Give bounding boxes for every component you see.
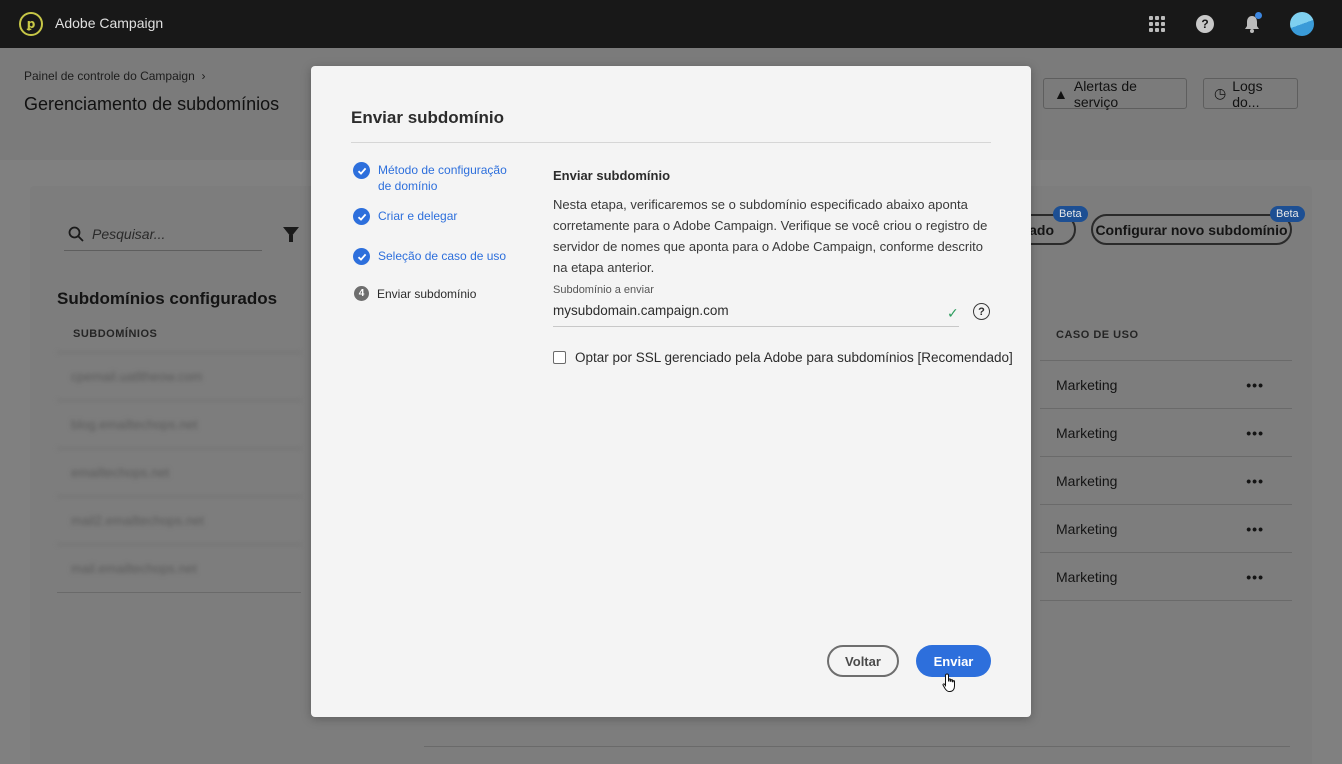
step-configuration-method[interactable]: Método de configuração de domínio [353,162,508,194]
use-case-cell: Marketing [1056,520,1118,537]
beta-badge: Beta [1270,206,1305,222]
step-label: Seleção de caso de uso [378,249,507,263]
more-options-icon[interactable]: ••• [1246,425,1264,441]
table-row[interactable]: Marketing ••• [1040,360,1292,408]
check-circle-icon [353,208,370,225]
more-options-icon[interactable]: ••• [1246,569,1264,585]
beta-badge: Beta [1053,206,1088,222]
use-case-cell: Marketing [1056,376,1118,393]
app-title[interactable]: Adobe Campaign [55,15,163,31]
content-title: Enviar subdomínio [553,168,671,183]
table-row[interactable]: blog.emailtechops.net [57,400,301,448]
search-underline [64,250,262,251]
notification-dot [1255,12,1262,19]
column-header-use-case[interactable]: CASO DE USO [1056,329,1139,341]
check-circle-icon [353,248,370,265]
subdomain-field[interactable]: mysubdomain.campaign.com [553,303,959,327]
use-case-cell: Marketing [1056,568,1118,585]
user-avatar[interactable] [1290,12,1314,36]
service-alerts-button[interactable]: ▲ Alertas de serviço [1043,78,1187,110]
apps-grid-icon[interactable] [1147,14,1167,34]
step-label: Criar e delegar [378,209,458,223]
search-icon [68,226,84,242]
section-title: Subdomínios configurados [57,289,278,308]
adobe-campaign-logo-icon[interactable]: ꝑ [19,12,43,36]
table-divider [424,746,1290,747]
step-number-badge: 4 [354,286,369,301]
table-row[interactable]: Marketing ••• [1040,552,1292,600]
top-navigation-bar: ꝑ Adobe Campaign ? [0,0,1342,48]
hand-cursor-icon [942,673,955,692]
use-case-list: Marketing ••• Marketing ••• Marketing ••• M… [1040,360,1292,601]
checkmark-icon: ✓ [947,305,959,321]
help-icon[interactable]: ? [1195,14,1215,34]
table-row[interactable]: Marketing ••• [1040,504,1292,552]
logs-button[interactable]: ◷ Logs do... [1203,78,1298,110]
step-submit-subdomain: 4 Enviar subdomínio [353,286,476,302]
history-icon: ◷ [1214,85,1227,101]
help-circle-icon[interactable]: ? [973,303,990,320]
table-row[interactable]: Marketing ••• [1040,456,1292,504]
step-description: Nesta etapa, verificaremos se o subdomín… [553,197,988,275]
step-label: Método de configuração de domínio [378,163,507,193]
ssl-checkbox-label[interactable]: Optar por SSL gerenciado pela Adobe para… [575,350,1013,365]
ssl-checkbox[interactable] [553,351,566,364]
more-options-icon[interactable]: ••• [1246,377,1264,393]
step-label: Enviar subdomínio [377,287,477,301]
search-input[interactable]: Pesquisar... [92,226,165,242]
use-case-cell: Marketing [1056,424,1118,441]
table-divider [1040,600,1292,601]
warning-icon: ▲ [1054,85,1068,102]
step-use-case-selection[interactable]: Seleção de caso de uso [353,248,506,265]
table-divider [57,592,301,593]
dialog-title: Enviar subdomínio [351,108,505,127]
table-row[interactable]: emailtechops.net [57,448,301,496]
subdomain-field-label: Subdomínio a enviar [553,284,654,296]
submit-subdomain-dialog: Enviar subdomínio Método de configuração… [311,66,1031,717]
step-create-delegate[interactable]: Criar e delegar [353,208,457,225]
use-case-cell: Marketing [1056,472,1118,489]
page-title: Gerenciamento de subdomínios [24,94,280,114]
notification-bell-icon[interactable] [1242,12,1262,34]
back-button[interactable]: Voltar [827,645,899,677]
table-row[interactable]: mail.emailtechops.net [57,544,301,592]
table-row[interactable]: Marketing ••• [1040,408,1292,456]
table-row[interactable]: cpemail.uatltheow.com [57,352,301,400]
more-options-icon[interactable]: ••• [1246,521,1264,537]
breadcrumb[interactable]: Painel de controle do Campaign › [24,69,205,83]
dialog-divider [351,142,991,143]
check-circle-icon [353,162,370,179]
column-header-subdomains[interactable]: SUBDOMÍNIOS [73,328,157,340]
filter-icon-stem [289,235,293,242]
subdomain-list: cpemail.uatltheow.com blog.emailtechops.… [57,352,301,593]
configure-new-subdomain-button[interactable]: Configurar novo subdomínio [1091,214,1292,245]
table-row[interactable]: mail2.emailtechops.net [57,496,301,544]
more-options-icon[interactable]: ••• [1246,473,1264,489]
chevron-right-icon: › [201,69,206,83]
